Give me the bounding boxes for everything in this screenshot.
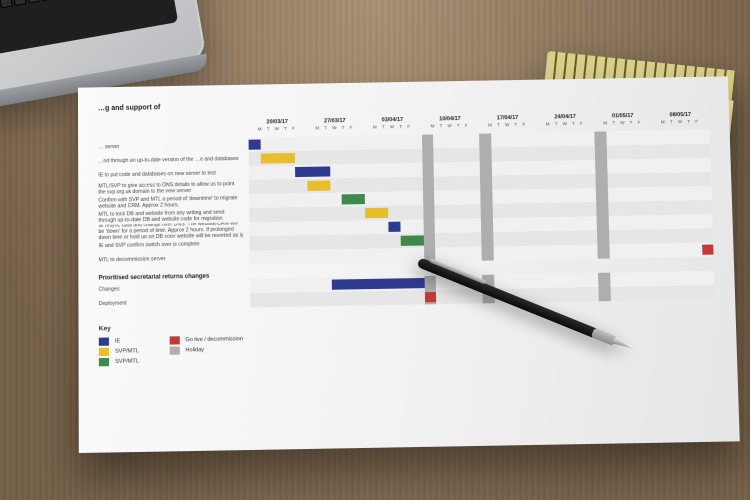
week-header: 01/05/17M T W T F <box>594 113 652 132</box>
holiday-strip <box>595 174 607 188</box>
week-days: M T W T F <box>536 121 594 127</box>
holiday-strip <box>422 149 434 163</box>
legend-swatch <box>99 348 109 356</box>
legend-item: Holiday <box>169 344 243 356</box>
holiday-strip <box>481 232 493 246</box>
week-days: M T W T F <box>594 120 652 126</box>
week-header: 24/04/17M T W T F <box>536 114 594 133</box>
legend-swatch <box>169 336 179 344</box>
gantt-bar <box>249 140 261 150</box>
holiday-strip <box>597 230 609 244</box>
gantt-document: …g and support of … server…nd through an… <box>78 76 740 453</box>
gantt-bar <box>260 153 295 164</box>
legend-label: IE <box>115 338 120 344</box>
holiday-strip <box>480 190 492 204</box>
week-date: 20/03/17 <box>248 119 306 126</box>
gantt-bar <box>388 222 400 232</box>
week-days: M T W T F <box>652 119 710 125</box>
holiday-strip <box>422 163 434 177</box>
week-days: M T W T F <box>479 122 537 128</box>
legend-swatch <box>99 358 109 366</box>
holiday-strip <box>422 177 434 191</box>
gantt-bar <box>331 278 424 290</box>
holiday-strip <box>480 162 492 176</box>
week-days: M T W T F <box>248 126 306 132</box>
holiday-strip <box>479 133 491 147</box>
week-days: M T W T F <box>364 124 422 130</box>
legend-swatch <box>169 346 179 354</box>
week-date: 08/05/17 <box>651 112 709 119</box>
holiday-strip <box>597 216 609 230</box>
week-date: 17/04/17 <box>479 115 537 122</box>
week-header: 03/04/17M T W T F <box>364 117 422 136</box>
legend-label: Go live / decommission <box>185 336 243 343</box>
task-label: Deployment <box>99 294 251 311</box>
legend-swatch <box>99 338 109 346</box>
holiday-strip <box>481 204 493 218</box>
gantt-chart: … server…nd through an up-to-date versio… <box>98 112 715 312</box>
week-header: 20/03/17M T W T F <box>248 119 306 138</box>
page-title: …g and support of <box>98 95 709 113</box>
holiday-strip <box>596 188 608 202</box>
gantt-bar <box>400 235 423 246</box>
holiday-strip <box>597 244 609 258</box>
week-date: 03/04/17 <box>364 117 422 124</box>
holiday-strip <box>423 219 435 233</box>
week-date: 10/04/17 <box>421 116 479 123</box>
week-days: M T W T F <box>421 123 479 129</box>
holiday-strip <box>423 205 435 219</box>
holiday-strip <box>422 191 434 205</box>
gantt-bar <box>702 244 714 254</box>
week-date: 27/03/17 <box>306 118 364 125</box>
week-days: M T W T F <box>306 125 364 131</box>
week-date: 24/04/17 <box>536 114 594 121</box>
legend-label: SVP/MTL <box>115 358 139 365</box>
holiday-strip <box>596 202 608 216</box>
legend-label: SVP/MTL <box>115 348 139 355</box>
holiday-strip <box>598 273 610 287</box>
gantt-bar <box>295 166 330 177</box>
week-header: 10/04/17M T W T F <box>421 116 479 135</box>
week-header: 17/04/17M T W T F <box>479 115 537 134</box>
task-label: IE resync data and change over DNS. The … <box>98 222 249 239</box>
gantt-bar <box>342 194 365 204</box>
legend-item: SVP/MTL <box>99 346 139 357</box>
legend-label: Holiday <box>185 347 204 353</box>
holiday-strip <box>595 160 607 174</box>
holiday-strip <box>479 148 491 162</box>
week-header: 27/03/17M T W T F <box>306 118 364 137</box>
holiday-strip <box>598 287 610 301</box>
week-header: 08/05/17M T W T F <box>651 112 709 131</box>
holiday-strip <box>423 233 435 247</box>
gantt-bar <box>365 208 388 219</box>
holiday-strip <box>594 131 606 145</box>
holiday-strip <box>480 176 492 190</box>
holiday-strip <box>481 218 493 232</box>
week-date: 01/05/17 <box>594 113 652 120</box>
holiday-strip <box>481 246 493 260</box>
holiday-strip <box>424 276 436 290</box>
gantt-bar <box>424 292 436 302</box>
holiday-strip <box>421 134 433 148</box>
legend-item: SVP/MTL <box>99 356 139 367</box>
gantt-bar <box>307 180 330 190</box>
legend-item: IE <box>99 336 139 347</box>
holiday-strip <box>595 146 607 160</box>
